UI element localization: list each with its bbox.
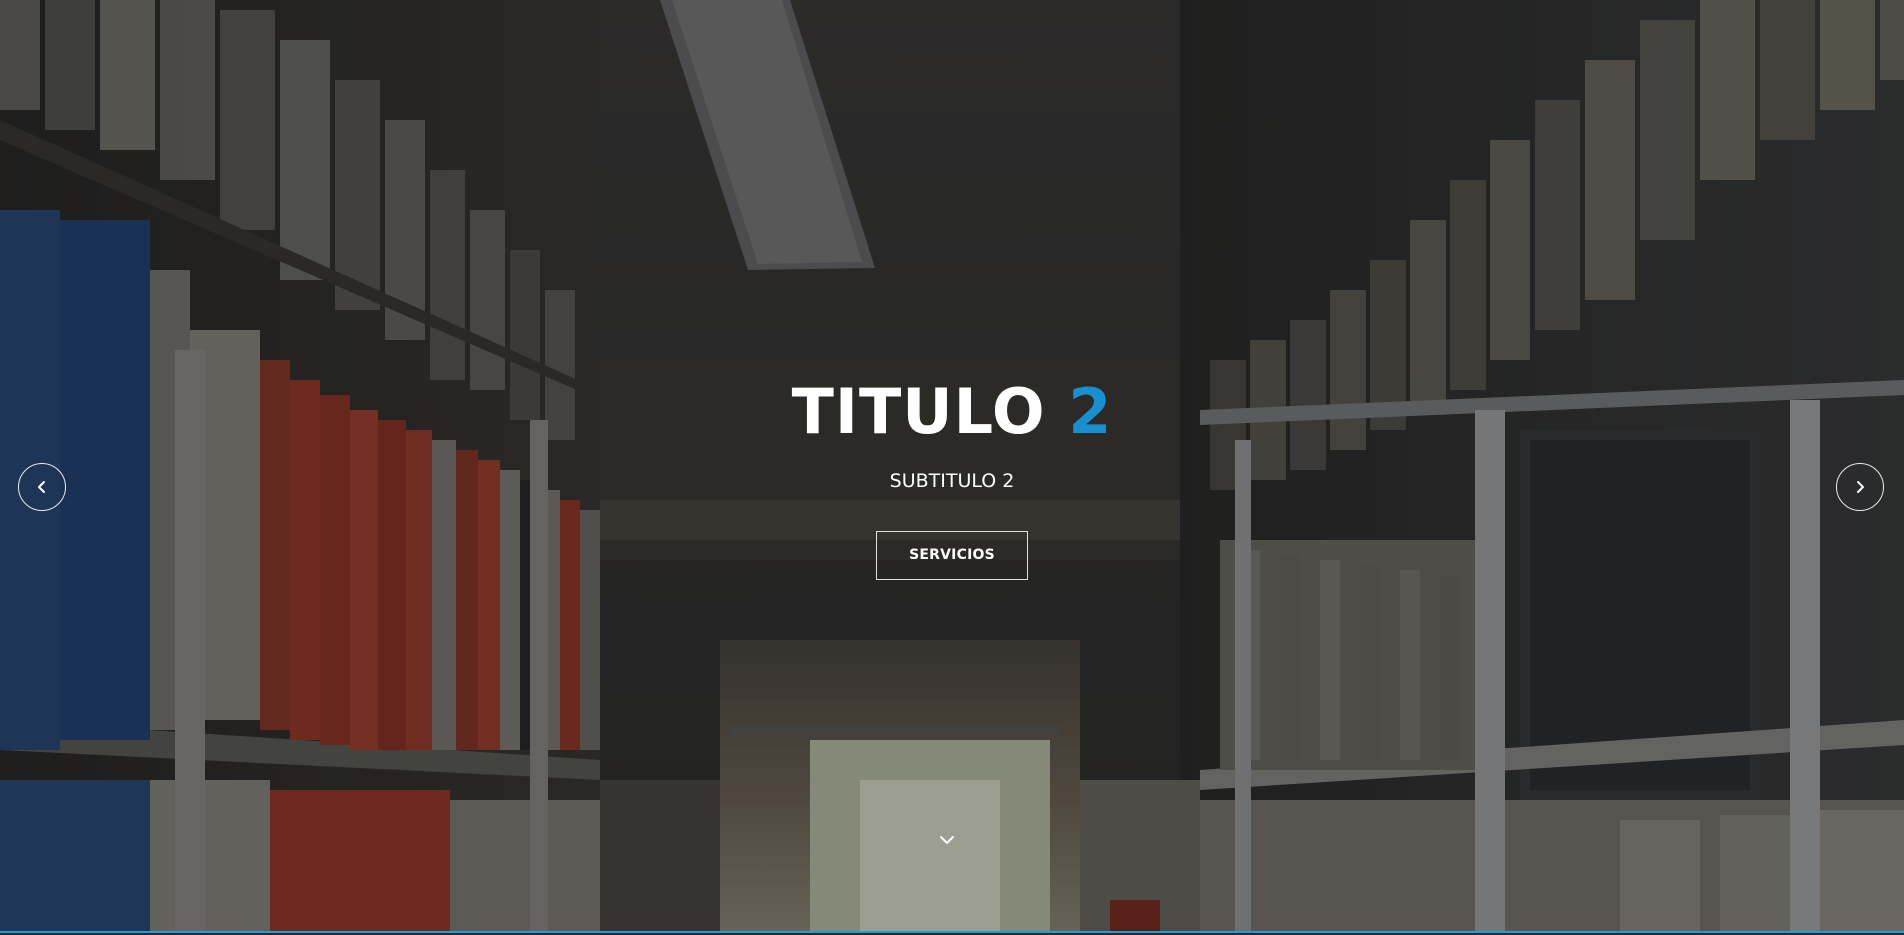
slide-caption: TITULO 2 SUBTITULO 2 SERVICIOS <box>0 370 1904 580</box>
hero-slider: TITULO 2 SUBTITULO 2 SERVICIOS <box>0 0 1904 933</box>
chevron-left-icon <box>38 481 45 493</box>
slide-subtitle: SUBTITULO 2 <box>889 470 1015 492</box>
chevron-down-icon <box>940 836 954 844</box>
hero-bottom-border <box>0 931 1904 933</box>
chevron-right-icon <box>1857 481 1864 493</box>
prev-slide-button[interactable] <box>18 463 66 511</box>
next-slide-button[interactable] <box>1836 463 1884 511</box>
slide-title-main: TITULO <box>791 375 1046 448</box>
slide-title: TITULO 2 <box>0 370 1904 454</box>
slide-title-accent: 2 <box>1068 375 1113 448</box>
scroll-down-button[interactable] <box>937 830 957 850</box>
servicios-button[interactable]: SERVICIOS <box>876 531 1028 580</box>
